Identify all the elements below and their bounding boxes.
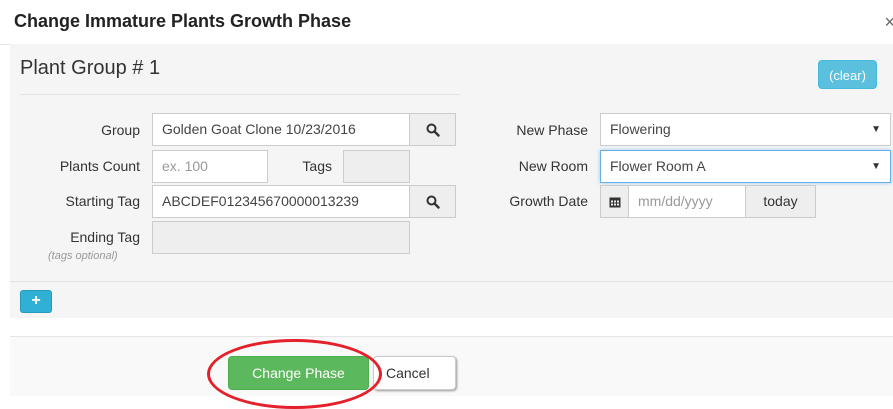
modal-header: Change Immature Plants Growth Phase × xyxy=(0,0,893,45)
today-button[interactable]: today xyxy=(745,185,816,218)
ending-tag-hint: (tags optional) xyxy=(48,250,118,262)
plants-count-label: Plants Count xyxy=(59,158,140,174)
ending-tag-label: Ending Tag xyxy=(70,229,140,245)
new-phase-label: New Phase xyxy=(516,122,588,138)
ending-tag-field xyxy=(152,221,410,254)
new-room-value: Flower Room A xyxy=(610,158,706,174)
divider xyxy=(20,94,460,95)
calendar-icon xyxy=(609,197,620,208)
caret-down-icon: ▼ xyxy=(871,124,881,135)
search-icon xyxy=(426,123,440,137)
add-group-button[interactable]: + xyxy=(20,290,52,313)
starting-tag-field[interactable]: ABCDEF012345670000013239 xyxy=(152,185,410,218)
close-icon[interactable]: × xyxy=(884,12,893,33)
plant-group-title: Plant Group # 1 xyxy=(20,57,161,79)
caret-down-icon: ▼ xyxy=(871,161,881,172)
new-room-select[interactable]: Flower Room A ▼ xyxy=(600,150,891,183)
group-field[interactable]: Golden Goat Clone 10/23/2016 xyxy=(152,113,410,146)
starting-tag-label: Starting Tag xyxy=(65,193,140,209)
new-phase-value: Flowering xyxy=(610,121,671,137)
group-search-button[interactable] xyxy=(409,113,456,146)
new-room-label: New Room xyxy=(518,158,588,174)
growth-date-input[interactable]: mm/dd/yyyy xyxy=(628,185,746,218)
group-label: Group xyxy=(101,122,140,138)
starting-tag-search-button[interactable] xyxy=(409,185,456,218)
tags-label: Tags xyxy=(302,158,332,174)
change-phase-button[interactable]: Change Phase xyxy=(228,356,369,390)
new-phase-select[interactable]: Flowering ▼ xyxy=(600,113,891,146)
clear-button[interactable]: (clear) xyxy=(818,60,877,89)
tags-field xyxy=(343,150,410,183)
plus-icon: + xyxy=(31,292,41,309)
search-icon xyxy=(426,195,440,209)
modal-title: Change Immature Plants Growth Phase xyxy=(14,11,352,31)
growth-date-label: Growth Date xyxy=(509,193,588,209)
plants-count-input[interactable]: ex. 100 xyxy=(152,150,268,183)
divider xyxy=(10,281,893,282)
calendar-addon[interactable] xyxy=(600,185,629,218)
cancel-button[interactable]: Cancel xyxy=(373,356,456,390)
